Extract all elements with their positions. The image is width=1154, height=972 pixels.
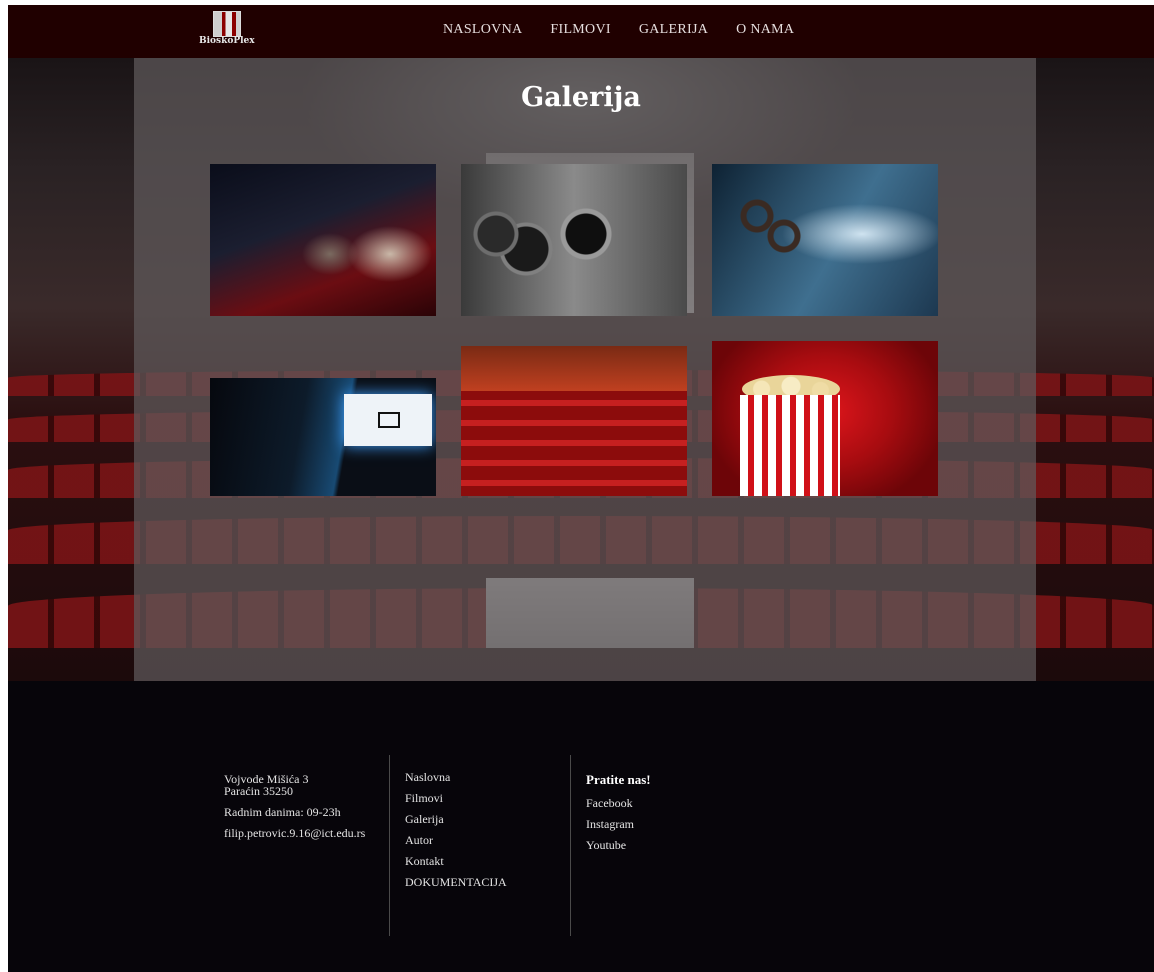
gallery-image-popcorn[interactable] [712, 341, 938, 496]
footer-divider [570, 755, 571, 936]
gallery-section: Galerija [8, 58, 1154, 681]
footer-link-autor[interactable]: Autor [405, 833, 433, 847]
nav-item-naslovna[interactable]: NASLOVNA [443, 22, 522, 38]
address-line-2: Paraćin 35250 [224, 784, 293, 798]
gallery-image-audience[interactable] [210, 164, 436, 316]
working-hours: Radnim danima: 09-23h [224, 805, 341, 819]
gallery-image-dolby-hall[interactable] [210, 378, 436, 496]
footer-link-dokumentacija[interactable]: DOKUMENTACIJA [405, 875, 507, 889]
footer: Vojvode Mišića 3 Paraćin 35250 Radnim da… [8, 681, 1154, 972]
footer-contact: Vojvode Mišića 3 Paraćin 35250 Radnim da… [224, 773, 384, 848]
gallery-image-projector[interactable] [712, 164, 938, 316]
page: BioskoPlex NASLOVNA FILMOVI GALERIJA O N… [8, 5, 1154, 972]
film-strip-logo-icon [213, 11, 241, 37]
logo-link[interactable]: BioskoPlex [199, 11, 263, 51]
dolby-screen-icon [344, 394, 432, 446]
nav-menu: NASLOVNA FILMOVI GALERIJA O NAMA [443, 22, 794, 38]
gallery-image-camera[interactable] [461, 164, 687, 316]
social-link-instagram[interactable]: Instagram [586, 817, 634, 831]
footer-links: Naslovna Filmovi Galerija Autor Kontakt … [405, 771, 507, 897]
footer-link-kontakt[interactable]: Kontakt [405, 854, 444, 868]
lounge-ceiling [461, 346, 687, 391]
footer-link-galerija[interactable]: Galerija [405, 812, 444, 826]
popcorn-box-icon [740, 395, 840, 496]
contact-email: filip.petrovic.9.16@ict.edu.rs [224, 826, 366, 840]
social-link-youtube[interactable]: Youtube [586, 838, 626, 852]
nav-item-filmovi[interactable]: FILMOVI [550, 22, 610, 38]
social-link-facebook[interactable]: Facebook [586, 796, 633, 810]
page-title: Galerija [521, 82, 641, 113]
nav-item-o-nama[interactable]: O NAMA [736, 22, 794, 38]
logo-wordmark: BioskoPlex [199, 36, 255, 46]
top-navbar: BioskoPlex NASLOVNA FILMOVI GALERIJA O N… [8, 5, 1154, 58]
nav-item-galerija[interactable]: GALERIJA [639, 22, 708, 38]
footer-divider [389, 755, 390, 936]
social-heading: Pratite nas! [586, 772, 651, 787]
footer-link-naslovna[interactable]: Naslovna [405, 770, 450, 784]
footer-link-filmovi[interactable]: Filmovi [405, 791, 443, 805]
gallery-image-lounge[interactable] [461, 346, 687, 496]
footer-social: Pratite nas! Facebook Instagram Youtube [586, 772, 651, 860]
